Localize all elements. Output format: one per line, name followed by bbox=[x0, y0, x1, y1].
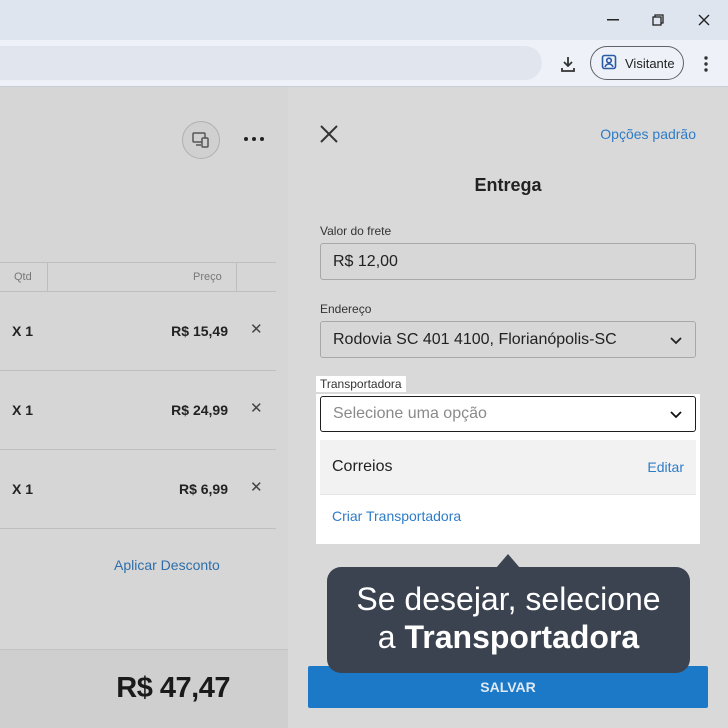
profile-label: Visitante bbox=[625, 55, 675, 71]
remove-item-icon[interactable]: ✕ bbox=[250, 320, 263, 338]
create-carrier-label: Criar Transportadora bbox=[332, 507, 462, 524]
chevron-down-icon bbox=[670, 411, 682, 419]
tooltip-line2: a Transportadora bbox=[327, 618, 690, 656]
item-price: R$ 24,99 bbox=[171, 402, 228, 418]
freight-value: R$ 12,00 bbox=[333, 252, 398, 270]
devices-icon bbox=[192, 132, 209, 148]
close-icon[interactable] bbox=[318, 123, 340, 145]
column-divider bbox=[47, 263, 48, 291]
remove-item-icon[interactable]: ✕ bbox=[250, 478, 263, 496]
more-options-icon[interactable] bbox=[240, 127, 268, 151]
address-select[interactable]: Rodovia SC 401 4100, Florianópolis-SC bbox=[320, 321, 696, 358]
kebab-menu-icon[interactable] bbox=[696, 50, 716, 78]
freight-label: Valor do frete bbox=[320, 224, 392, 238]
browser-toolbar: Visitante bbox=[0, 40, 728, 87]
carrier-option-name: Correios bbox=[332, 458, 393, 475]
download-icon[interactable] bbox=[554, 50, 582, 78]
carrier-option[interactable]: Correios Editar bbox=[320, 440, 696, 494]
address-label: Endereço bbox=[320, 302, 372, 316]
save-button-label: SALVAR bbox=[480, 679, 536, 695]
table-row: X 1 R$ 24,99 ✕ bbox=[0, 371, 276, 450]
freight-input[interactable]: R$ 12,00 bbox=[320, 243, 696, 280]
cast-button[interactable] bbox=[182, 121, 220, 159]
close-window-icon[interactable] bbox=[691, 8, 717, 32]
carrier-label: Transportadora bbox=[316, 376, 406, 392]
carrier-select[interactable]: Selecione uma opção bbox=[320, 396, 696, 432]
address-value: Rodovia SC 401 4100, Florianópolis-SC bbox=[333, 330, 617, 348]
qty-header: Qtd bbox=[14, 271, 32, 283]
order-pane: Qtd Preço X 1 R$ 15,49 ✕ X 1 R$ 24,99 ✕ … bbox=[0, 87, 288, 728]
default-options-link[interactable]: Opções padrão bbox=[600, 126, 696, 142]
column-divider bbox=[236, 263, 237, 291]
create-carrier-link[interactable]: Criar Transportadora bbox=[320, 494, 696, 536]
address-bar[interactable] bbox=[0, 46, 542, 80]
carrier-placeholder: Selecione uma opção bbox=[333, 405, 487, 422]
browser-titlebar bbox=[0, 0, 728, 40]
total-bar: R$ 47,47 bbox=[0, 649, 288, 728]
chevron-down-icon bbox=[670, 337, 682, 345]
item-qty: X 1 bbox=[12, 481, 34, 497]
profile-icon bbox=[601, 54, 617, 73]
table-row: X 1 R$ 15,49 ✕ bbox=[0, 292, 276, 371]
restore-icon[interactable] bbox=[645, 8, 671, 32]
item-qty: X 1 bbox=[12, 402, 34, 418]
price-header: Preço bbox=[193, 271, 222, 283]
items-table-header: Qtd Preço bbox=[0, 262, 276, 292]
tooltip-arrow bbox=[496, 554, 520, 568]
table-row: X 1 R$ 6,99 ✕ bbox=[0, 450, 276, 529]
carrier-dropdown: Correios Editar Criar Transportadora bbox=[316, 436, 700, 544]
carrier-select-wrapper: Selecione uma opção bbox=[316, 394, 700, 436]
apply-discount-link[interactable]: Aplicar Desconto bbox=[114, 557, 220, 573]
edit-carrier-link[interactable]: Editar bbox=[647, 459, 684, 475]
tooltip-line1: Se desejar, selecione bbox=[356, 581, 661, 617]
item-qty: X 1 bbox=[12, 323, 34, 339]
profile-button[interactable]: Visitante bbox=[590, 46, 684, 80]
panel-title: Entrega bbox=[474, 175, 542, 195]
tooltip-emphasis: Transportadora bbox=[404, 619, 640, 655]
item-price: R$ 15,49 bbox=[171, 323, 228, 339]
carrier-spotlight: Transportadora Selecione uma opção Corre… bbox=[316, 376, 700, 544]
tutorial-tooltip: Se desejar, selecione a Transportadora bbox=[327, 567, 690, 673]
item-price: R$ 6,99 bbox=[178, 481, 228, 497]
minimize-icon[interactable] bbox=[600, 8, 626, 32]
tooltip-prefix: a bbox=[377, 619, 396, 655]
order-total: R$ 47,47 bbox=[116, 672, 230, 704]
remove-item-icon[interactable]: ✕ bbox=[250, 399, 263, 417]
